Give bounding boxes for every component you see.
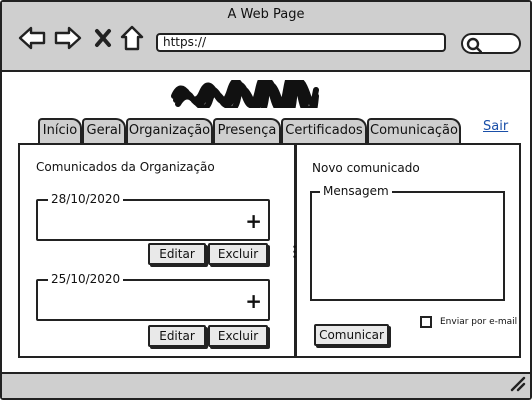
tab-presenca[interactable]: Presença [213, 118, 281, 143]
announcement-date: 25/10/2020 [48, 271, 124, 287]
new-announcement-title: Novo comunicado [312, 161, 420, 175]
announcement-date: 28/10/2020 [48, 191, 124, 207]
logout-link[interactable]: Sair [483, 119, 508, 134]
browser-toolbar: A Web Page https:// [2, 2, 530, 72]
tab-geral[interactable]: Geral [82, 118, 126, 143]
arrow-right-icon[interactable] [54, 26, 82, 54]
message-textarea[interactable]: Mensagem [310, 183, 505, 301]
delete-button[interactable]: Excluir [208, 325, 268, 347]
tab-organizacao[interactable]: Organização [126, 118, 213, 143]
announcement-card: 28/10/2020 + [36, 191, 270, 241]
home-icon[interactable] [120, 25, 144, 55]
plus-icon[interactable]: + [245, 291, 262, 311]
tab-inicio[interactable]: Início [38, 118, 82, 143]
browser-window: A Web Page https:// Início Geral Organiz… [0, 0, 532, 400]
tab-content-panel: Comunicados da Organização 28/10/2020 + … [18, 143, 521, 358]
splitter-grip[interactable]: • • • [292, 244, 297, 263]
edit-button[interactable]: Editar [148, 325, 206, 347]
edit-button[interactable]: Editar [148, 243, 206, 265]
resize-grip-icon[interactable] [508, 374, 526, 396]
close-icon[interactable] [94, 28, 112, 52]
logo [170, 70, 320, 121]
tab-certificados[interactable]: Certificados [281, 118, 367, 143]
submit-button[interactable]: Comunicar [314, 324, 389, 346]
search-icon [466, 37, 482, 53]
email-checkbox-label: Enviar por e-mail [440, 317, 518, 327]
tab-comunicacao[interactable]: Comunicação [367, 118, 461, 143]
plus-icon[interactable]: + [245, 211, 262, 231]
arrow-left-icon[interactable] [18, 26, 46, 54]
announcement-card: 25/10/2020 + [36, 271, 270, 321]
announcements-title: Comunicados da Organização [36, 160, 215, 174]
window-title: A Web Page [227, 7, 305, 22]
message-legend: Mensagem [320, 183, 392, 199]
status-bar [2, 372, 530, 398]
url-input[interactable]: https:// [156, 33, 446, 52]
search-input[interactable] [461, 33, 521, 54]
email-checkbox[interactable] [420, 316, 432, 328]
delete-button[interactable]: Excluir [208, 243, 268, 265]
